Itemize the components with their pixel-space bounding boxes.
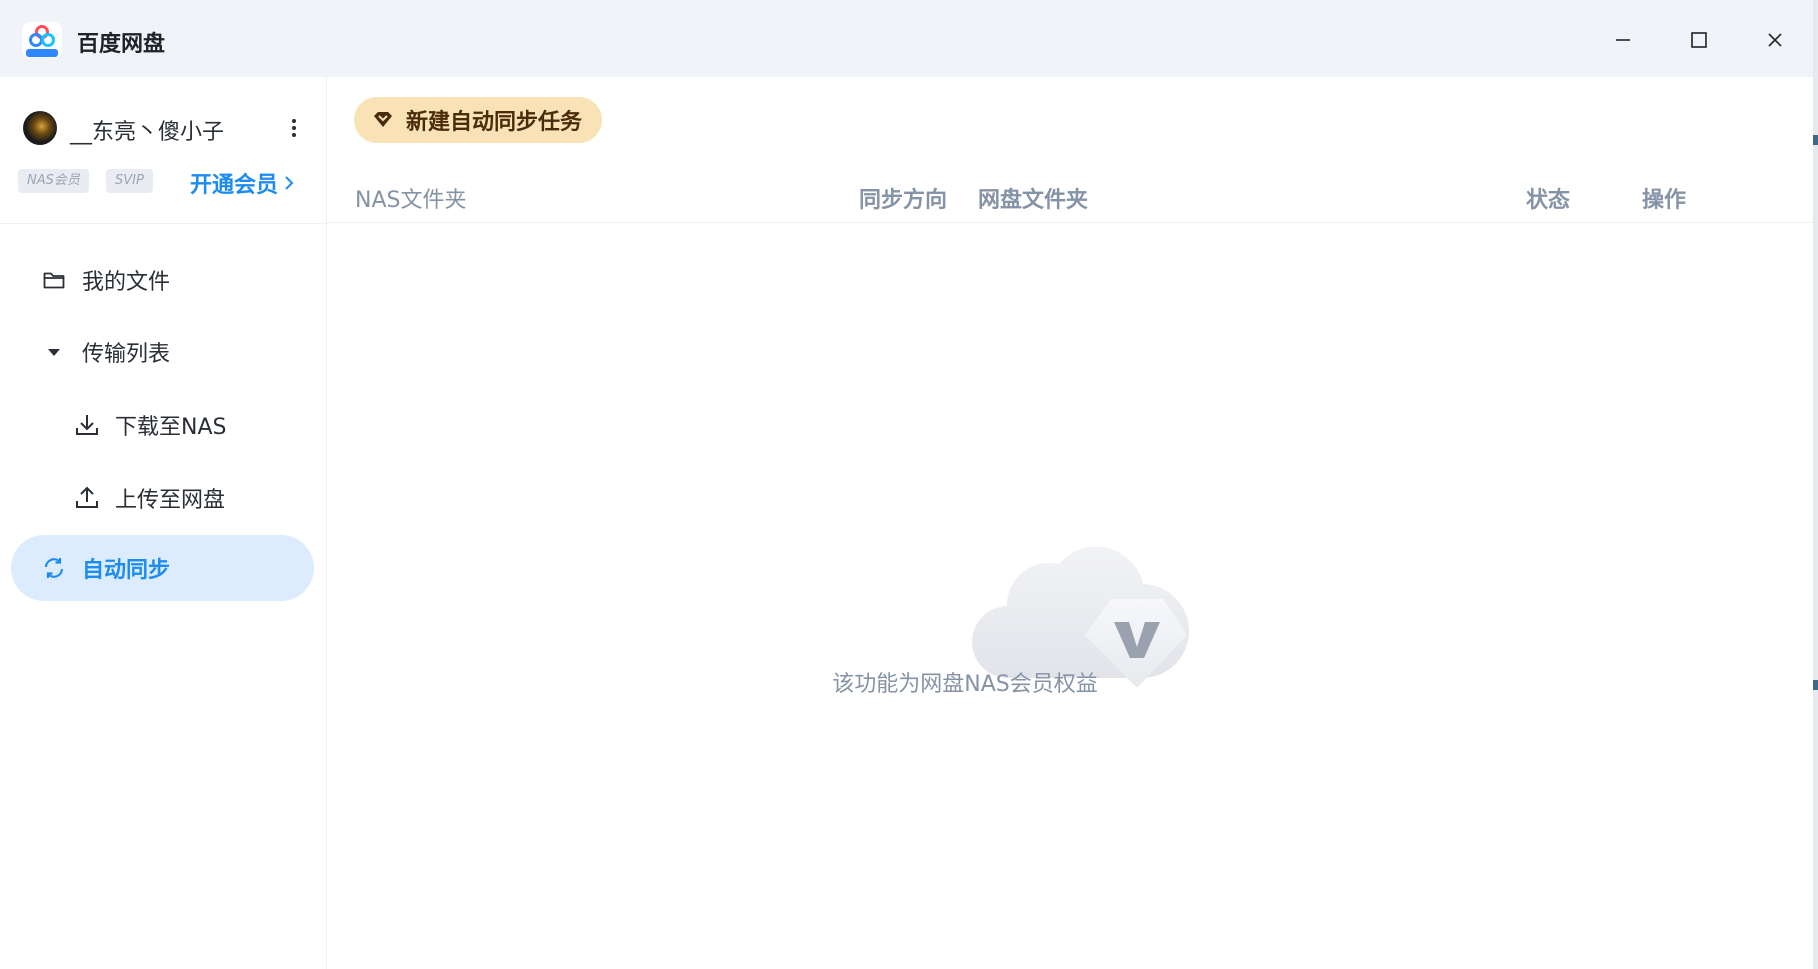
username[interactable]: __东亮丶傻小子	[70, 114, 224, 146]
window-title: 百度网盘	[77, 32, 166, 57]
sidebar-item-upload-to-cloud[interactable]: 上传至网盘	[73, 465, 310, 531]
desktop-edge-mark	[1813, 135, 1818, 145]
avatar[interactable]	[23, 111, 57, 145]
more-options-button[interactable]	[282, 113, 306, 143]
sidebar: __东亮丶傻小子 NAS会员 SVIP 开通会员 我的文件 传输列表 下载至NA…	[0, 77, 327, 969]
main-content: 新建自动同步任务 NAS文件夹 同步方向 网盘文件夹 状态 操作 该功能为网盘N…	[327, 77, 1813, 969]
vip-cloud-illustration	[972, 546, 1190, 687]
sync-icon	[40, 554, 68, 582]
open-vip-link[interactable]: 开通会员	[190, 167, 296, 199]
open-vip-label: 开通会员	[190, 173, 279, 198]
close-icon	[1768, 33, 1782, 47]
sidebar-item-label: 自动同步	[82, 558, 171, 583]
nas-member-badge: NAS会员	[18, 169, 89, 193]
caret-down-icon	[40, 338, 68, 366]
column-header-status: 状态	[1526, 188, 1571, 213]
sidebar-item-label: 我的文件	[82, 270, 171, 295]
column-header-action: 操作	[1642, 188, 1687, 213]
new-sync-task-button[interactable]: 新建自动同步任务	[354, 97, 603, 143]
desktop-edge-mark	[1813, 680, 1818, 690]
more-vertical-icon	[292, 119, 296, 123]
sidebar-item-label: 下载至NAS	[115, 415, 227, 440]
sidebar-item-my-files[interactable]: 我的文件	[40, 247, 310, 313]
app-window: 百度网盘 __东亮丶傻小子 NAS会员 SVIP 开通会员 我的文件 传输列表 …	[0, 0, 1813, 969]
minimize-button[interactable]	[1603, 20, 1643, 60]
column-header-nas-folder: NAS文件夹	[355, 188, 467, 213]
column-header-cloud-folder: 网盘文件夹	[978, 188, 1089, 213]
title-bar: 百度网盘	[0, 0, 1813, 77]
diamond-vip-icon	[374, 112, 392, 127]
empty-state-message: 该功能为网盘NAS会员权益	[832, 672, 1098, 697]
sidebar-item-auto-sync[interactable]: 自动同步	[11, 535, 314, 601]
desktop-background-edge	[1813, 0, 1818, 969]
folder-icon	[40, 266, 68, 294]
sidebar-item-label: 上传至网盘	[115, 488, 226, 513]
svip-badge: SVIP	[106, 169, 153, 193]
chevron-right-icon	[285, 176, 294, 190]
sidebar-item-label: 传输列表	[82, 342, 171, 367]
sidebar-item-transfer-list[interactable]: 传输列表	[40, 319, 310, 385]
header-divider	[327, 222, 1813, 223]
new-sync-task-label: 新建自动同步任务	[406, 110, 583, 135]
maximize-icon	[1691, 32, 1707, 48]
download-icon	[73, 411, 101, 439]
maximize-button[interactable]	[1679, 20, 1719, 60]
sidebar-item-download-to-nas[interactable]: 下载至NAS	[73, 392, 310, 458]
app-logo-icon	[22, 22, 62, 58]
upload-icon	[73, 484, 101, 512]
sidebar-divider	[0, 223, 327, 224]
close-button[interactable]	[1755, 20, 1795, 60]
column-header-sync-direction: 同步方向	[859, 188, 948, 213]
minimize-icon	[1616, 39, 1630, 41]
